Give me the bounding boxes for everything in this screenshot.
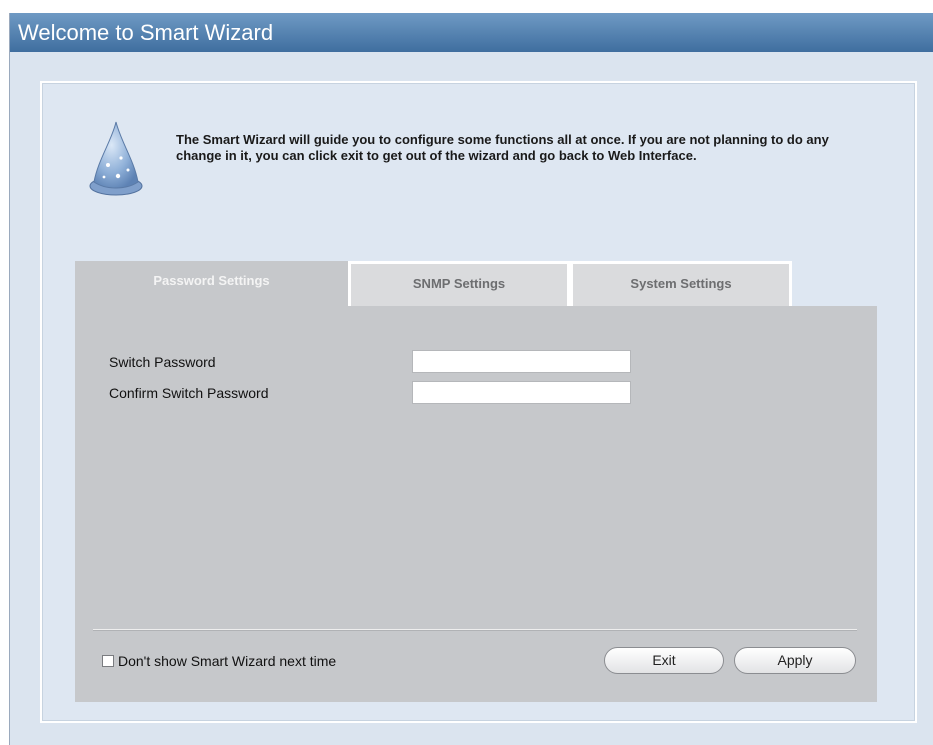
switch-password-label: Switch Password bbox=[109, 354, 216, 370]
exit-button[interactable]: Exit bbox=[604, 647, 724, 674]
dont-show-wizard-option[interactable]: Don't show Smart Wizard next time bbox=[102, 653, 336, 669]
switch-password-input[interactable] bbox=[412, 350, 631, 373]
window-title: Welcome to Smart Wizard bbox=[10, 13, 933, 52]
password-settings-content: Switch Password Confirm Switch Password … bbox=[75, 306, 877, 702]
confirm-switch-password-input[interactable] bbox=[412, 381, 631, 404]
wizard-hat-icon bbox=[89, 121, 143, 196]
tab-snmp-settings[interactable]: SNMP Settings bbox=[348, 261, 570, 306]
dont-show-wizard-label: Don't show Smart Wizard next time bbox=[118, 653, 337, 669]
tab-password-settings[interactable]: Password Settings bbox=[75, 261, 348, 306]
dont-show-wizard-checkbox[interactable] bbox=[102, 655, 114, 667]
confirm-switch-password-label: Confirm Switch Password bbox=[109, 385, 269, 401]
wizard-intro-text: The Smart Wizard will guide you to confi… bbox=[176, 132, 829, 163]
apply-button[interactable]: Apply bbox=[734, 647, 856, 674]
tab-system-settings[interactable]: System Settings bbox=[570, 261, 792, 306]
footer-divider bbox=[93, 629, 857, 631]
